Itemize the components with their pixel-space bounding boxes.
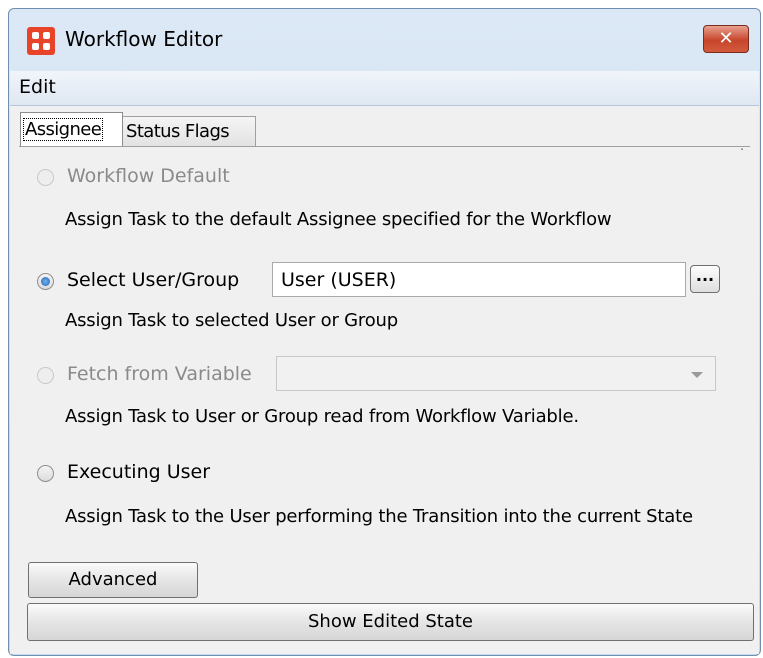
tab-status-flags[interactable]: Status Flags [122, 116, 256, 146]
browse-user-group-button[interactable]: ... [690, 265, 720, 293]
menu-edit[interactable]: Edit [19, 76, 56, 98]
close-button[interactable]: ✕ [703, 25, 749, 53]
workflow-default-radio[interactable] [37, 169, 54, 186]
executing-user-radio[interactable] [37, 465, 54, 482]
variable-dropdown[interactable] [276, 356, 716, 391]
menu-bar: Edit [10, 71, 759, 106]
executing-user-label: Executing User [67, 461, 211, 483]
user-group-field[interactable] [272, 262, 686, 297]
select-user-group-label: Select User/Group [67, 269, 240, 291]
fetch-from-variable-radio[interactable] [37, 367, 54, 384]
advanced-button[interactable]: Advanced [28, 562, 198, 598]
fetch-from-variable-description: Assign Task to User or Group read from W… [65, 406, 579, 427]
tab-assignee-label: Assignee [23, 118, 104, 141]
title-bar[interactable]: Workflow Editor ✕ [9, 9, 760, 71]
tab-status-flags-label: Status Flags [126, 121, 230, 142]
workflow-default-description: Assign Task to the default Assignee spec… [65, 209, 612, 230]
app-logo-icon [27, 27, 55, 55]
workflow-default-label: Workflow Default [67, 165, 230, 187]
fetch-from-variable-label: Fetch from Variable [67, 363, 252, 385]
chevron-down-icon [691, 372, 703, 378]
tab-assignee[interactable]: Assignee [20, 112, 123, 146]
executing-user-description: Assign Task to the User performing the T… [65, 506, 693, 527]
dialog-content: Status Flags Assignee . Workflow Default… [10, 106, 759, 654]
close-icon: ✕ [718, 28, 734, 49]
show-edited-state-button[interactable]: Show Edited State [27, 603, 754, 641]
window-title: Workflow Editor [65, 27, 223, 51]
scroll-indicator: . [740, 139, 744, 153]
select-user-group-description: Assign Task to selected User or Group [65, 310, 398, 331]
workflow-editor-window: Workflow Editor ✕ Edit Status Flags Assi… [8, 8, 761, 656]
select-user-group-radio[interactable] [37, 273, 54, 290]
